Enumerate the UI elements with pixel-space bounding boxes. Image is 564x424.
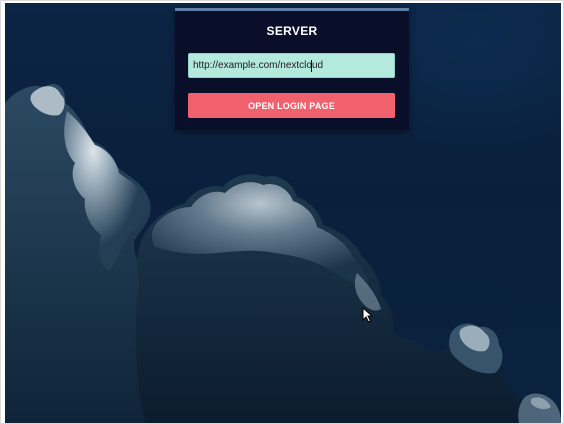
mouse-pointer-icon bbox=[362, 307, 374, 323]
window-frame: SERVER OPEN LOGIN PAGE bbox=[0, 0, 564, 424]
app-viewport: SERVER OPEN LOGIN PAGE bbox=[5, 3, 561, 423]
panel-title: SERVER bbox=[266, 24, 318, 38]
server-url-input[interactable] bbox=[188, 53, 395, 78]
text-caret bbox=[311, 60, 312, 72]
open-login-page-button[interactable]: OPEN LOGIN PAGE bbox=[188, 93, 395, 118]
server-login-panel: SERVER OPEN LOGIN PAGE bbox=[175, 8, 409, 130]
